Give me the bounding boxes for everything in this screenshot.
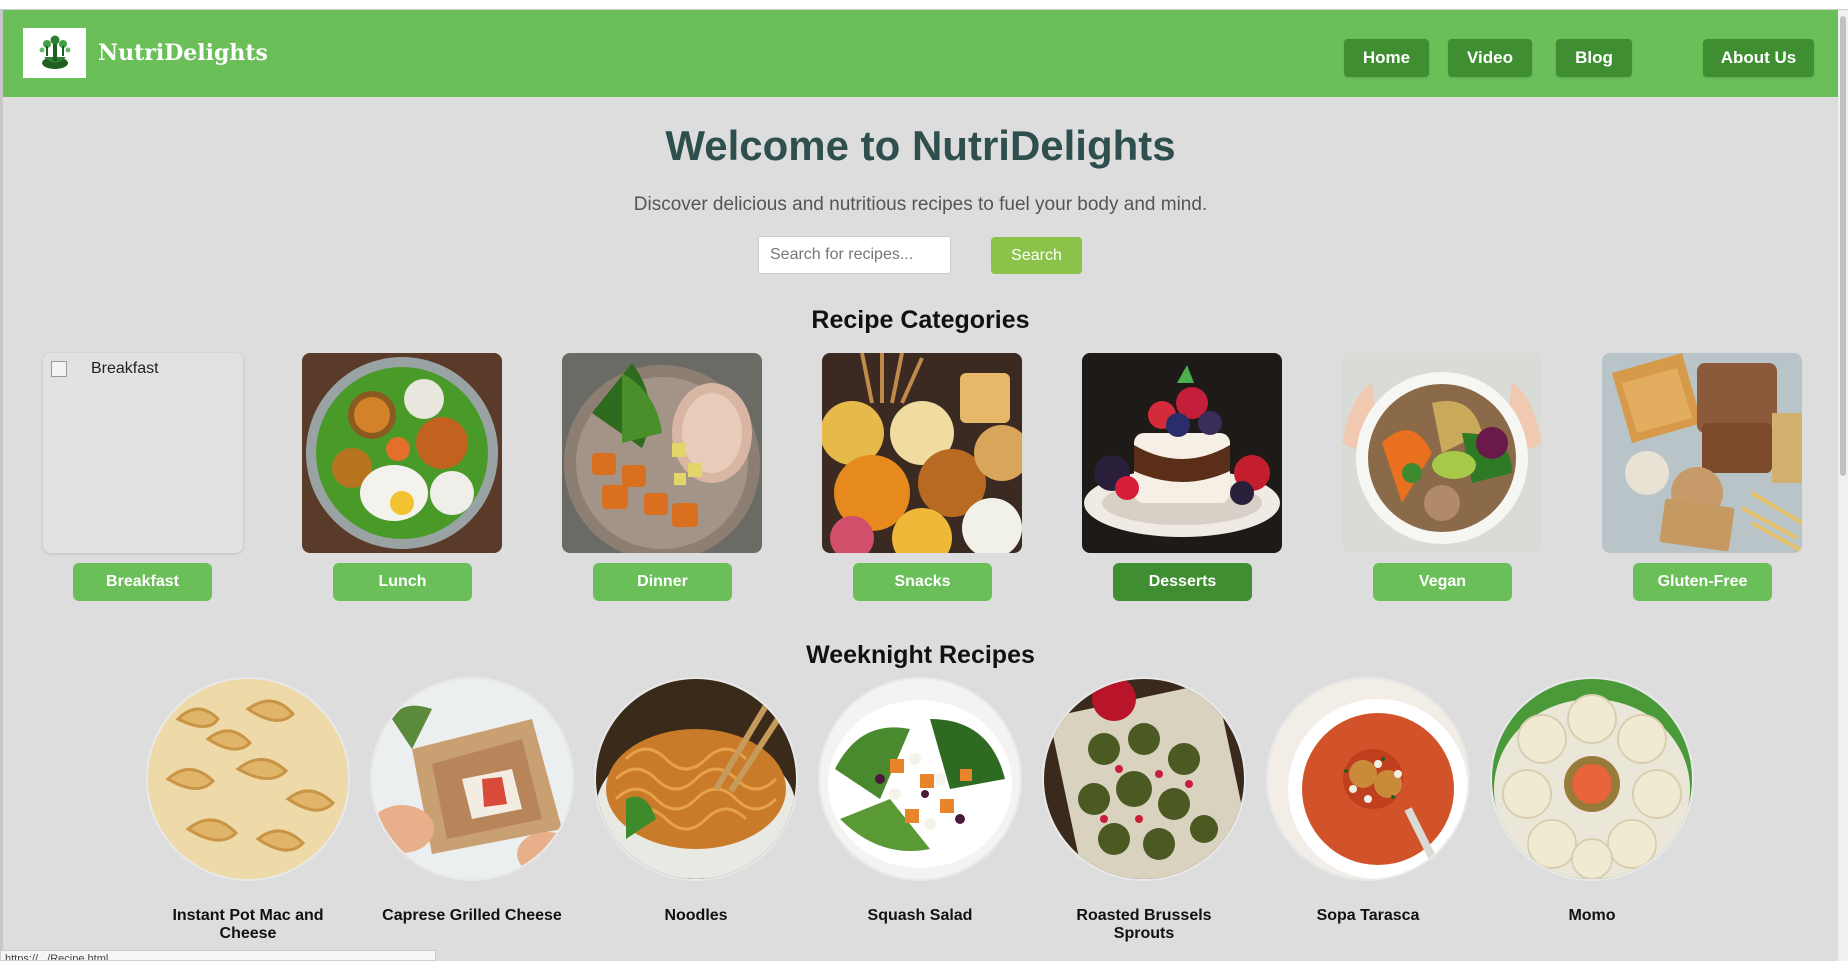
recipe-image-roasted-brussels-sprouts[interactable] xyxy=(1044,679,1244,879)
recipe-image-momo[interactable] xyxy=(1492,679,1692,879)
nav-blog-button[interactable]: Blog xyxy=(1556,39,1632,77)
broken-image-alt: Breakfast xyxy=(51,360,159,378)
category-image-vegan[interactable] xyxy=(1342,353,1542,553)
category-image-desserts[interactable] xyxy=(1082,353,1282,553)
tree-logo-icon xyxy=(39,35,70,69)
category-button-desserts[interactable]: Desserts xyxy=(1113,563,1252,601)
hero-title: Welcome to NutriDelights xyxy=(665,122,1176,169)
brand-name[interactable]: NutriDelights xyxy=(98,40,268,66)
browser-top-strip xyxy=(0,0,1848,10)
recipe-label[interactable]: Noodles xyxy=(596,907,796,925)
recipe-image-noodles[interactable] xyxy=(596,679,796,879)
recipe-label[interactable]: Momo xyxy=(1492,907,1692,925)
recipe-label[interactable]: Squash Salad xyxy=(820,907,1020,925)
search-input[interactable]: Search for recipes... xyxy=(758,236,951,274)
category-image-snacks[interactable] xyxy=(822,353,1022,553)
recipe-image-mac-and-cheese[interactable] xyxy=(148,679,348,879)
category-image-gluten-free[interactable] xyxy=(1602,353,1802,553)
category-button-dinner[interactable]: Dinner xyxy=(593,563,732,601)
category-image-dinner[interactable] xyxy=(562,353,762,553)
recipe-label[interactable]: Sopa Tarasca xyxy=(1268,907,1468,925)
search-button[interactable]: Search xyxy=(991,237,1082,274)
category-button-breakfast[interactable]: Breakfast xyxy=(73,563,212,601)
category-button-vegan[interactable]: Vegan xyxy=(1373,563,1512,601)
category-button-lunch[interactable]: Lunch xyxy=(333,563,472,601)
recipe-image-squash-salad[interactable] xyxy=(820,679,1020,879)
nav-about-button[interactable]: About Us xyxy=(1703,39,1814,77)
page-scrollbar[interactable] xyxy=(1838,10,1848,961)
recipe-image-caprese-grilled-cheese[interactable] xyxy=(372,679,572,879)
status-bar-url: https://.../Recipe.html xyxy=(0,950,436,961)
logo[interactable] xyxy=(23,28,86,78)
category-button-snacks[interactable]: Snacks xyxy=(853,563,992,601)
scrollbar-thumb[interactable] xyxy=(1840,16,1846,476)
category-image-lunch[interactable] xyxy=(302,353,502,553)
broken-image-icon xyxy=(51,361,67,377)
nav-video-button[interactable]: Video xyxy=(1448,39,1532,77)
page: NutriDelights Home Video Blog About Us W… xyxy=(3,10,1838,961)
nav-home-button[interactable]: Home xyxy=(1344,39,1429,77)
recipe-label[interactable]: Roasted Brussels Sprouts xyxy=(1044,907,1244,943)
recipe-label[interactable]: Caprese Grilled Cheese xyxy=(372,907,572,925)
categories-title: Recipe Categories xyxy=(811,306,1030,334)
category-button-gluten-free[interactable]: Gluten-Free xyxy=(1633,563,1772,601)
recipe-label[interactable]: Instant Pot Mac and Cheese xyxy=(148,907,348,943)
recipe-image-sopa-tarasca[interactable] xyxy=(1268,679,1468,879)
weeknight-title: Weeknight Recipes xyxy=(806,641,1035,669)
hero-subtitle: Discover delicious and nutritious recipe… xyxy=(633,194,1208,215)
category-image-breakfast[interactable]: Breakfast xyxy=(43,353,243,553)
navbar: NutriDelights Home Video Blog About Us xyxy=(3,10,1838,97)
